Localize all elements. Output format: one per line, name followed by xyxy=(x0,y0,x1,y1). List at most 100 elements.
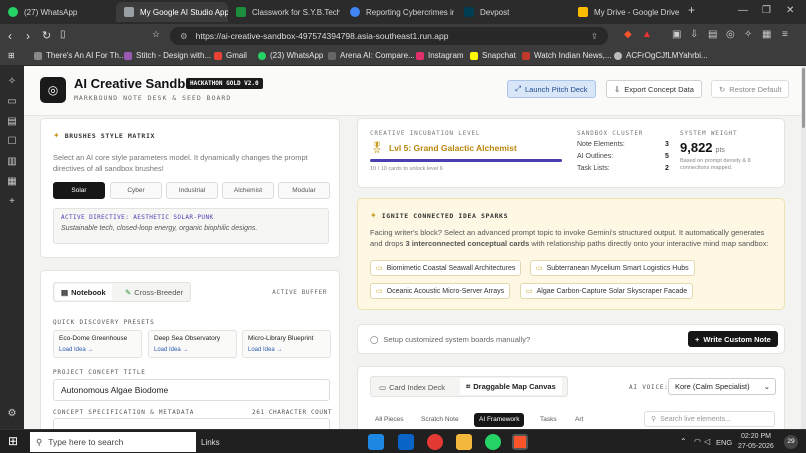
bookmark-icon[interactable]: ☆ xyxy=(152,29,160,40)
reading-list-icon[interactable]: ▤ xyxy=(6,116,18,128)
leo-icon[interactable]: ✧ xyxy=(6,76,18,88)
clock-date[interactable]: 27-05-2026 xyxy=(738,443,774,450)
bookmark-item[interactable]: (23) WhatsApp xyxy=(258,51,323,60)
tab-draggable-map-canvas[interactable]: ⌗ Draggable Map Canvas xyxy=(460,378,562,395)
ai-voice-select[interactable]: Kore (Calm Specialist) ⌄ xyxy=(668,378,776,395)
concept-spec-textarea[interactable] xyxy=(53,418,330,429)
tray-chevron-icon[interactable]: ⌃ xyxy=(680,437,687,446)
back-icon[interactable]: ‹ xyxy=(8,29,12,43)
tab-whatsapp[interactable]: (27) WhatsApp xyxy=(0,2,112,22)
search-elements-input[interactable]: ⚲ Search live elements... xyxy=(644,411,775,427)
tab-cybercrime[interactable]: Reporting Cybercrimes in xyxy=(342,2,454,22)
media-icon[interactable]: ▭ xyxy=(6,96,18,108)
clock-time[interactable]: 02:20 PM xyxy=(741,433,771,440)
minimize-icon[interactable]: — xyxy=(738,5,748,16)
tab-classroom[interactable]: Classwork for S.Y.B.Tech (E xyxy=(228,2,340,22)
brush-industrial-button[interactable]: Industrial xyxy=(166,182,218,199)
bookmark-item[interactable]: Instagram xyxy=(416,51,464,60)
tab-drive[interactable]: My Drive - Google Drive xyxy=(570,2,682,22)
load-idea-link[interactable]: Load Idea → xyxy=(59,347,136,353)
filter-art[interactable]: Art xyxy=(570,413,588,427)
vpn-icon[interactable]: ◎ xyxy=(726,29,735,40)
media-player-icon[interactable] xyxy=(427,434,443,450)
brush-alchemist-button[interactable]: Alchemist xyxy=(222,182,274,199)
outlook-icon[interactable] xyxy=(398,434,414,450)
ignite-description: Facing writer's block? Select an advance… xyxy=(370,227,774,250)
preset-card[interactable]: Micro-Library Blueprint Load Idea → xyxy=(242,330,331,358)
filter-ai-framework[interactable]: AI Framework xyxy=(474,413,525,427)
language-indicator[interactable]: ENG xyxy=(716,438,732,447)
restore-default-button[interactable]: ↻ Restore Default xyxy=(711,80,790,98)
wallet-icon[interactable]: ▦ xyxy=(762,29,771,40)
extensions-icon[interactable]: ▣ xyxy=(672,29,681,40)
tab-cross-breeder[interactable]: ✎ Cross-Breeder xyxy=(121,284,187,300)
filter-all-pieces[interactable]: All Pieces xyxy=(370,413,409,427)
edge-icon[interactable] xyxy=(368,434,384,450)
filter-tasks[interactable]: Tasks xyxy=(535,413,562,427)
links-toolbar[interactable]: Links xyxy=(201,438,220,447)
page-scrollbar[interactable] xyxy=(801,66,806,429)
wifi-icon[interactable]: ◠ xyxy=(694,437,701,446)
bookmark-item[interactable]: Snapchat xyxy=(470,51,516,60)
preset-card[interactable]: Eco-Dome Greenhouse Load Idea → xyxy=(53,330,142,358)
add-icon[interactable]: + xyxy=(6,196,18,208)
tab-notebook[interactable]: ▤ Notebook xyxy=(55,284,112,300)
bookmark-item[interactable]: ACFrOgCJfLMYahrbi... xyxy=(614,51,708,60)
bookmark-item[interactable]: Watch Indian News,... xyxy=(522,51,612,60)
settings-icon[interactable]: ⚙ xyxy=(6,408,18,420)
tab-ai-studio[interactable]: My Google AI Studio App xyxy=(116,2,228,22)
bookmark-item[interactable]: Arena AI: Compare... xyxy=(328,51,415,60)
idea-spark-chip[interactable]: ▭ Oceanic Acoustic Micro-Server Arrays xyxy=(370,283,511,299)
menu-icon[interactable]: ≡ xyxy=(782,29,788,40)
scroll-thumb[interactable] xyxy=(802,68,805,128)
download-icon[interactable]: ⇩ xyxy=(690,29,698,40)
taskbar-search-input[interactable]: ⚲ Type here to search xyxy=(30,432,196,452)
preset-card[interactable]: Deep Sea Observatory Load Idea → xyxy=(148,330,237,358)
search-placeholder: Type here to search xyxy=(48,437,124,447)
leo-icon[interactable]: ✧ xyxy=(744,29,752,40)
forward-icon[interactable]: › xyxy=(26,29,30,43)
history-icon[interactable]: ▥ xyxy=(6,156,18,168)
brush-cyber-button[interactable]: Cyber xyxy=(110,182,162,199)
stats-card: CREATIVE INCUBATION LEVEL 🎖 Lvl 5: Grand… xyxy=(357,118,785,188)
bookmarks-icon[interactable]: ☐ xyxy=(6,136,18,148)
url-field[interactable]: ⚙ https://ai-creative-sandbox-4975743947… xyxy=(170,27,608,45)
apps-icon[interactable]: ⊞ xyxy=(8,51,15,60)
share-icon[interactable]: ⇪ xyxy=(591,31,598,42)
windows-start-icon[interactable]: ⊞ xyxy=(8,434,18,448)
sidebar-toggle-icon[interactable]: ▯ xyxy=(60,29,66,40)
load-idea-link[interactable]: Load Idea → xyxy=(248,347,325,353)
site-info-icon[interactable]: ⚙ xyxy=(180,31,188,42)
write-custom-note-button[interactable]: + Write Custom Note xyxy=(688,331,778,347)
bookmark-item[interactable]: There's An AI For Th... xyxy=(34,51,126,60)
brave-rewards-icon[interactable]: ▲ xyxy=(642,29,652,40)
tab-devpost[interactable]: Devpost xyxy=(456,2,568,22)
reload-icon[interactable]: ↻ xyxy=(42,29,51,42)
bookmark-item[interactable]: Gmail xyxy=(214,51,247,60)
close-icon[interactable]: ✕ xyxy=(786,5,794,16)
brush-solar-button[interactable]: Solar xyxy=(53,182,105,199)
char-count: 261 CHARACTER COUNT xyxy=(252,409,333,416)
idea-spark-chip[interactable]: ▭ Biomimetic Coastal Seawall Architecture… xyxy=(370,260,522,276)
notifications-badge[interactable]: 29 xyxy=(784,435,798,449)
filter-scratch-note[interactable]: Scratch Note xyxy=(416,413,464,427)
brush-modular-button[interactable]: Modular xyxy=(278,182,330,199)
bookmark-item[interactable]: Stitch - Design with... xyxy=(124,51,211,60)
launch-pitch-deck-button[interactable]: ⤢ Launch Pitch Deck xyxy=(507,80,596,98)
whatsapp-icon[interactable] xyxy=(485,434,501,450)
idea-spark-chip[interactable]: ▭ Subterranean Mycelium Smart Logistics H… xyxy=(530,260,695,276)
new-tab-button[interactable]: + xyxy=(688,3,695,17)
tab-card-index-deck[interactable]: ▭ Card Index Deck xyxy=(374,380,450,395)
notes-icon[interactable]: ▦ xyxy=(6,176,18,188)
load-idea-link[interactable]: Load Idea → xyxy=(154,347,231,353)
brave-icon[interactable] xyxy=(512,434,528,450)
maximize-icon[interactable]: ❐ xyxy=(762,5,771,16)
wallet-icon[interactable]: ▤ xyxy=(708,29,717,40)
tab-title: Classwork for S.Y.B.Tech (E xyxy=(252,7,340,17)
concept-title-input[interactable]: Autonomous Algae Biodome xyxy=(53,379,330,401)
file-explorer-icon[interactable] xyxy=(456,434,472,450)
export-concept-button[interactable]: ⇩ Export Concept Data xyxy=(606,80,702,98)
volume-icon[interactable]: ◁ xyxy=(704,437,710,446)
brave-shields-icon[interactable]: ◆ xyxy=(624,29,632,40)
idea-spark-chip[interactable]: ▭ Algae Carbon-Capture Solar Skyscraper F… xyxy=(520,283,694,299)
